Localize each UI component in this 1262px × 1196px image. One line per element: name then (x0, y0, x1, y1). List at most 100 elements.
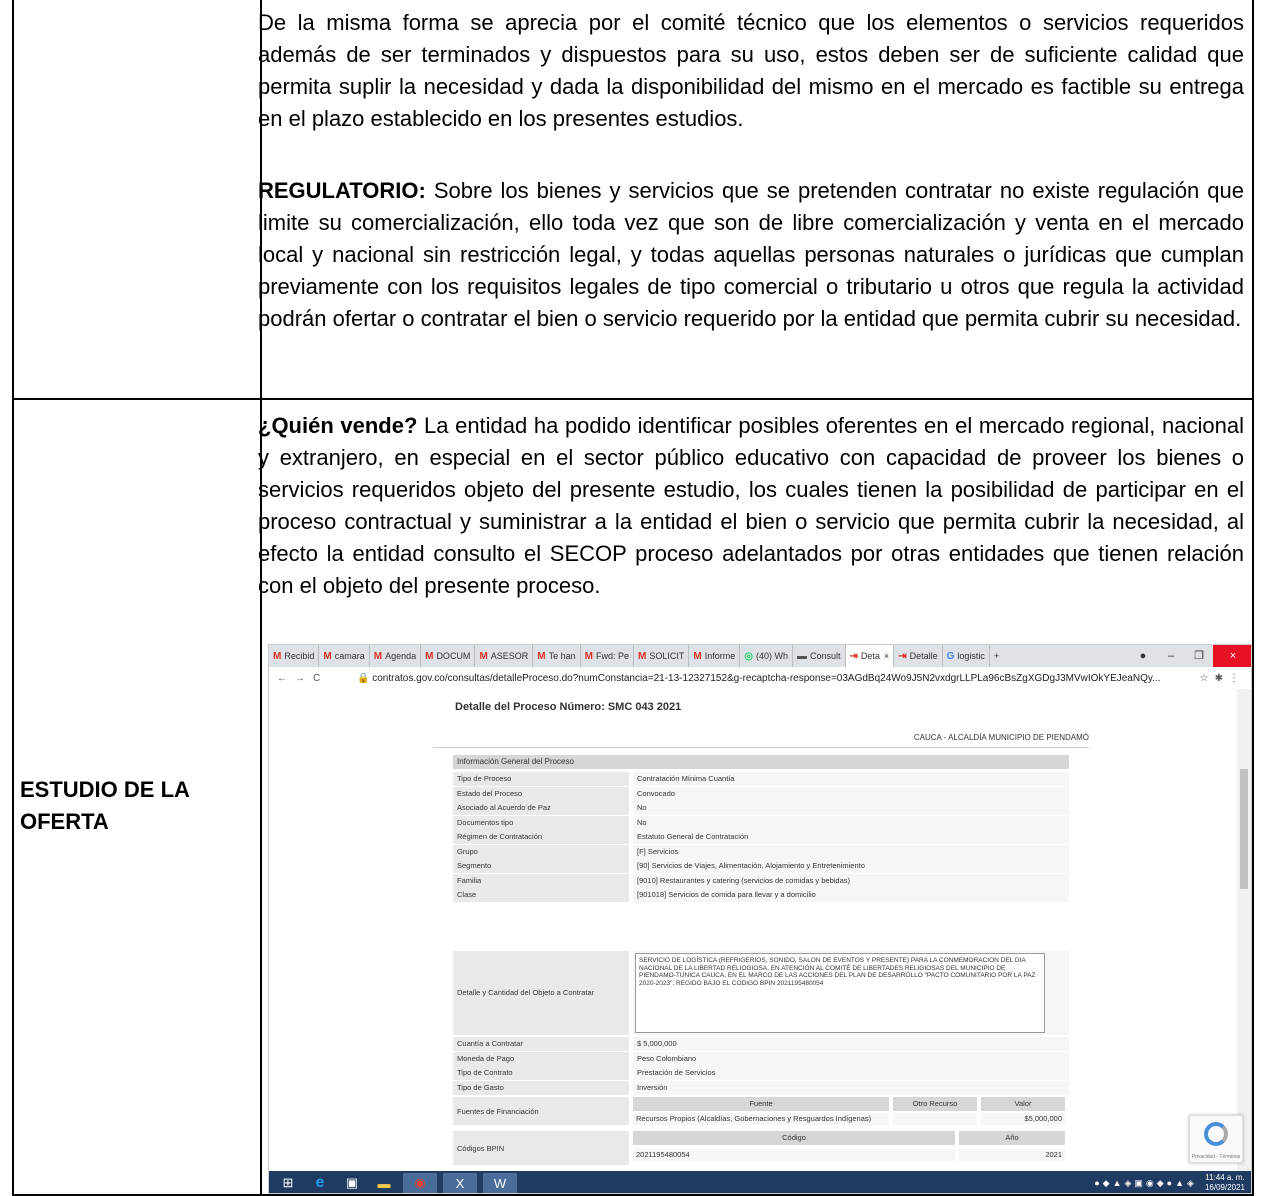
row-value: Peso Colombiano (633, 1051, 1069, 1066)
row-value: Convocado (633, 786, 1069, 801)
url-field[interactable]: 🔒 contratos.gov.co/consultas/detalleProc… (357, 673, 1165, 684)
embedded-screenshot: M Recibid Mcamara M Agenda M DOCUM M ASESOR … (268, 644, 1252, 1194)
quien-vende-text: La entidad ha podido identificar posible… (258, 413, 1244, 598)
estudio-oferta-label: ESTUDIO DE LA OFERTA (20, 777, 190, 834)
tray-icons[interactable]: ●◆▲◈▣◉◆●▲◈ (1094, 1178, 1197, 1189)
close-window-button[interactable]: × (1213, 645, 1251, 667)
lock-icon: 🔒 (357, 672, 373, 684)
paragraph-quien-vende: ¿Quién vende? La entidad ha podido ident… (258, 410, 1244, 602)
detail-row: Régimen de Contratación Estatuto General … (453, 830, 1069, 844)
store-icon[interactable]: ▣ (339, 1173, 365, 1193)
bpin-label: Códigos BPIN (453, 1131, 629, 1165)
word-icon[interactable]: W (483, 1173, 517, 1193)
fuentes-cell: Recursos Propios (Alcaldías, Gobernacion… (633, 1113, 889, 1125)
row-value: $ 5,000,000 (633, 1037, 1069, 1051)
browser-tab-active[interactable]: ⇥ Deta × (845, 645, 895, 667)
windows-start-icon[interactable]: ⊞ (275, 1173, 301, 1193)
chrome-icon[interactable]: ◉ (403, 1173, 437, 1193)
excel-icon[interactable]: X (443, 1173, 477, 1193)
browser-tab[interactable]: ⇥ Detalle (894, 645, 943, 667)
address-bar: ←→C 🔒 contratos.gov.co/consultas/detalle… (269, 667, 1251, 690)
star-icon[interactable]: ☆ (1200, 673, 1215, 684)
row-label: Estado del Proceso (453, 786, 629, 801)
browser-tab[interactable]: M SOLICIT (634, 645, 690, 667)
document-page: De la misma forma se aprecia por el comi… (0, 0, 1262, 1196)
scrollbar-thumb[interactable] (1240, 769, 1248, 889)
secop-icon: ⇥ (898, 650, 907, 662)
browser-tab[interactable]: ▬ Consult (793, 645, 846, 667)
paragraph-calidad: De la misma forma se aprecia por el comi… (258, 10, 1244, 131)
recaptcha-badge[interactable]: Privacidad - Términos (1189, 1115, 1243, 1163)
browser-tab[interactable]: M Recibid (269, 645, 320, 667)
folder-icon[interactable]: ▬ (371, 1173, 397, 1193)
detail-row: Segmento [90] Servicios de Viajes, Alimen… (453, 859, 1069, 873)
row-value: No (633, 815, 1069, 830)
browser-tab[interactable]: ◎ (40) Wh (740, 645, 793, 667)
menu-icon[interactable]: ⋮ (1229, 673, 1245, 684)
recaptcha-icon (1204, 1122, 1228, 1146)
detail-row: Tipo de Gasto Inversión (453, 1080, 1069, 1095)
row-value: [901018] Servicios de comida para llevar… (633, 888, 1069, 902)
bpin-header: Código (633, 1131, 955, 1145)
row-value: No (633, 801, 1069, 815)
new-tab-button[interactable]: + (990, 645, 1003, 667)
browser-tab[interactable]: M Fwd: Pe (581, 645, 635, 667)
row-value: Inversión (633, 1080, 1069, 1095)
regulatorio-label: REGULATORIO: (258, 178, 426, 203)
row-value: Contratación Mínima Cuantía (633, 772, 1069, 786)
row-label: Asociado al Acuerdo de Paz (453, 801, 629, 815)
browser-tab-bar: M Recibid Mcamara M Agenda M DOCUM M ASESOR … (269, 645, 1251, 667)
browser-tab[interactable]: Mcamara (319, 645, 370, 667)
back-icon[interactable]: ← (277, 673, 295, 684)
close-tab-icon[interactable]: × (884, 651, 889, 661)
row-value: [9010] Restaurantes y catering (servicio… (633, 873, 1069, 888)
browser-tab[interactable]: Glogistic (943, 645, 990, 667)
browser-tab[interactable]: M ASESOR (475, 645, 534, 667)
detail-label: Detalle y Cantidad del Objeto a Contrata… (453, 951, 629, 1035)
gmail-icon: M (323, 650, 332, 662)
row-label: Segmento (453, 859, 629, 873)
minimize-button[interactable]: – (1157, 645, 1185, 667)
row-label: Moneda de Pago (453, 1051, 629, 1066)
row-label: Documentos tipo (453, 815, 629, 830)
fuentes-header: Valor (981, 1097, 1065, 1111)
detail-row: Cuantía a Contratar $ 5,000,000 (453, 1037, 1069, 1051)
window-controls: ● – ❐ × (1129, 645, 1251, 667)
internet-explorer-icon[interactable]: e (307, 1173, 333, 1193)
profile-icon[interactable]: ● (1129, 645, 1157, 667)
nav-buttons: ←→C (269, 673, 357, 684)
recaptcha-text: Privacidad - Términos (1191, 1154, 1241, 1160)
forward-icon[interactable]: → (295, 673, 313, 684)
process-title: Detalle del Proceso Número: SMC 043 2021 (455, 701, 682, 713)
browser-tab[interactable]: M Informe (689, 645, 741, 667)
clock[interactable]: 11:44 a. m. 16/09/2021 (1205, 1173, 1245, 1193)
browser-tab[interactable]: M Te han (533, 645, 581, 667)
gmail-icon: M (479, 650, 488, 662)
browser-tab[interactable]: M DOCUM (421, 645, 476, 667)
row-label: Grupo (453, 844, 629, 859)
gmail-icon: M (273, 650, 282, 662)
paragraph-regulatorio: REGULATORIO: Sobre los bienes y servicio… (258, 175, 1244, 335)
row-label: Tipo de Gasto (453, 1080, 629, 1095)
whatsapp-icon: ◎ (744, 650, 753, 662)
row-value: Prestación de Servicios (633, 1066, 1069, 1080)
section-general: Información General del Proceso (453, 755, 1069, 769)
browser-tab[interactable]: M Agenda (370, 645, 422, 667)
fuentes-cell: $5,000,000 (981, 1113, 1065, 1125)
fuentes-header: Otro Recurso (893, 1097, 977, 1111)
entity-name: CAUCA - ALCALDÍA MUNICIPIO DE PIENDAMÓ (913, 733, 1089, 742)
gmail-icon: M (693, 650, 702, 662)
detail-textarea[interactable]: SERVICIO DE LOGÍSTICA (REFRIGERIOS, SONI… (635, 953, 1045, 1033)
puzzle-icon[interactable]: ✱ (1215, 673, 1229, 684)
detail-value: SERVICIO DE LOGÍSTICA (REFRIGERIOS, SONI… (633, 951, 1069, 1035)
row-divider (14, 398, 1254, 400)
reload-icon[interactable]: C (313, 673, 328, 684)
scrollbar[interactable] (1237, 689, 1251, 1171)
fuentes-header: Fuente (633, 1097, 889, 1111)
maximize-button[interactable]: ❐ (1185, 645, 1213, 667)
bpin-table: Código Año 2021195480054 2021 (633, 1131, 1065, 1165)
bpin-cell: 2021195480054 (633, 1149, 955, 1161)
bpin-cell: 2021 (959, 1149, 1065, 1161)
row-label: Familia (453, 873, 629, 888)
gmail-icon: M (537, 650, 546, 662)
